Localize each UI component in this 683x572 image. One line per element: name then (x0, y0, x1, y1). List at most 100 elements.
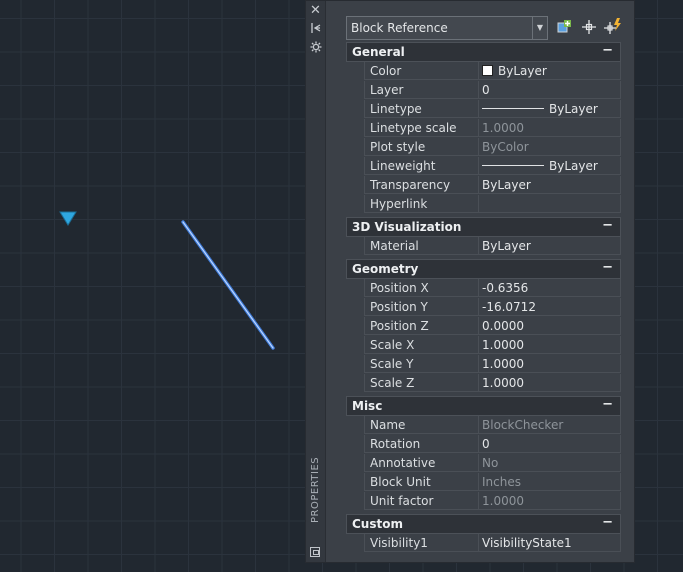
property-row[interactable]: Scale Z 1.0000 (346, 374, 621, 393)
property-value[interactable]: 1.0000 (479, 336, 621, 354)
property-row[interactable]: Transparency ByLayer (346, 176, 621, 195)
property-value-text: 1.0000 (482, 338, 524, 352)
quick-select-icon[interactable] (603, 17, 623, 37)
property-value-text: 0 (482, 437, 490, 451)
row-gutter (346, 176, 364, 195)
close-icon[interactable]: ✕ (306, 4, 325, 18)
collapse-icon[interactable]: − (602, 218, 613, 233)
row-gutter (346, 454, 364, 473)
property-value[interactable]: 1.0000 (479, 355, 621, 373)
visibility-grip-icon[interactable] (59, 211, 77, 226)
select-objects-icon[interactable] (579, 17, 599, 37)
property-value-text: Inches (482, 475, 521, 489)
property-value[interactable]: ByLayer (479, 237, 621, 255)
property-value[interactable]: -0.6356 (479, 279, 621, 297)
property-row[interactable]: Block Unit Inches (346, 473, 621, 492)
property-name: Name (364, 416, 479, 434)
property-value[interactable]: -16.0712 (479, 298, 621, 316)
property-row[interactable]: Scale Y 1.0000 (346, 355, 621, 374)
section-header-custom[interactable]: Custom − (346, 514, 621, 534)
row-gutter (346, 336, 364, 355)
property-name: Scale Y (364, 355, 479, 373)
property-value[interactable]: 0.0000 (479, 317, 621, 335)
property-value[interactable]: 0 (479, 81, 621, 99)
palette-customize-icon[interactable] (310, 547, 320, 557)
row-gutter (346, 416, 364, 435)
color-swatch-icon (482, 65, 493, 76)
property-row[interactable]: Position X -0.6356 (346, 279, 621, 298)
object-type-dropdown[interactable]: Block Reference ▼ (346, 16, 548, 40)
property-name: Plot style (364, 138, 479, 156)
line-preview-icon (482, 165, 544, 166)
settings-glyph (310, 41, 321, 53)
property-value[interactable]: ByLayer (479, 100, 621, 118)
section-title: 3D Visualization (352, 220, 462, 234)
row-gutter (346, 157, 364, 176)
property-value[interactable]: 0 (479, 435, 621, 453)
properties-palette: ✕ PROPERTIES Block Reference ▼ General − C… (305, 0, 635, 563)
property-row[interactable]: Layer 0 (346, 81, 621, 100)
autohide-icon[interactable] (306, 22, 325, 37)
property-value-text: -16.0712 (482, 300, 536, 314)
property-value-text: 1.0000 (482, 376, 524, 390)
property-name: Linetype scale (364, 119, 479, 137)
property-value-text: VisibilityState1 (482, 536, 572, 550)
property-value-text: ByColor (482, 140, 529, 154)
property-row[interactable]: Position Z 0.0000 (346, 317, 621, 336)
property-row[interactable]: Lineweight ByLayer (346, 157, 621, 176)
property-value-text: 1.0000 (482, 121, 524, 135)
property-row[interactable]: Name BlockChecker (346, 416, 621, 435)
collapse-icon[interactable]: − (602, 260, 613, 275)
property-value: 1.0000 (479, 119, 621, 137)
property-row[interactable]: Annotative No (346, 454, 621, 473)
property-row[interactable]: Linetype ByLayer (346, 100, 621, 119)
toggle-pickadd-icon[interactable] (555, 17, 575, 37)
property-row[interactable]: Color ByLayer (346, 62, 621, 81)
property-value[interactable]: ByLayer (479, 176, 621, 194)
property-row[interactable]: Linetype scale 1.0000 (346, 119, 621, 138)
row-gutter (346, 279, 364, 298)
property-value-text: ByLayer (498, 64, 547, 78)
property-value[interactable]: 1.0000 (479, 374, 621, 392)
property-row[interactable]: Unit factor 1.0000 (346, 492, 621, 511)
row-gutter (346, 119, 364, 138)
property-value[interactable]: VisibilityState1 (479, 534, 621, 552)
property-row[interactable]: Visibility1 VisibilityState1 (346, 534, 621, 553)
property-value[interactable]: ByLayer (479, 157, 621, 175)
row-gutter (346, 534, 364, 553)
settings-icon[interactable] (306, 41, 325, 56)
property-row[interactable]: Material ByLayer (346, 237, 621, 256)
property-name: Material (364, 237, 479, 255)
section-header-misc[interactable]: Misc − (346, 396, 621, 416)
property-value-text: No (482, 456, 499, 470)
property-value[interactable] (479, 195, 621, 213)
chevron-down-icon[interactable]: ▼ (532, 17, 547, 39)
row-gutter (346, 100, 364, 119)
property-name: Linetype (364, 100, 479, 118)
collapse-icon[interactable]: − (602, 43, 613, 58)
property-row[interactable]: Position Y -16.0712 (346, 298, 621, 317)
property-row[interactable]: Scale X 1.0000 (346, 336, 621, 355)
collapse-icon[interactable]: − (602, 515, 613, 530)
property-value-text: 1.0000 (482, 357, 524, 371)
property-value-text: ByLayer (482, 239, 531, 253)
row-gutter (346, 298, 364, 317)
property-name: Lineweight (364, 157, 479, 175)
row-gutter (346, 355, 364, 374)
section-header-general[interactable]: General − (346, 42, 621, 62)
property-row[interactable]: Plot style ByColor (346, 138, 621, 157)
property-value[interactable]: ByLayer (479, 62, 621, 80)
palette-title: PROPERTIES (310, 456, 321, 523)
property-value: 1.0000 (479, 492, 621, 510)
property-row[interactable]: Hyperlink (346, 195, 621, 214)
property-name: Layer (364, 81, 479, 99)
property-value-text: 1.0000 (482, 494, 524, 508)
collapse-icon[interactable]: − (602, 397, 613, 412)
property-name: Unit factor (364, 492, 479, 510)
properties-grid: General − Color ByLayer Layer 0 Linetype ByLaye… (346, 42, 621, 553)
palette-titlebar[interactable]: ✕ PROPERTIES (306, 1, 326, 562)
section-header-3d-visualization[interactable]: 3D Visualization − (346, 217, 621, 237)
property-row[interactable]: Rotation 0 (346, 435, 621, 454)
property-value-text: ByLayer (549, 102, 598, 116)
section-header-geometry[interactable]: Geometry − (346, 259, 621, 279)
